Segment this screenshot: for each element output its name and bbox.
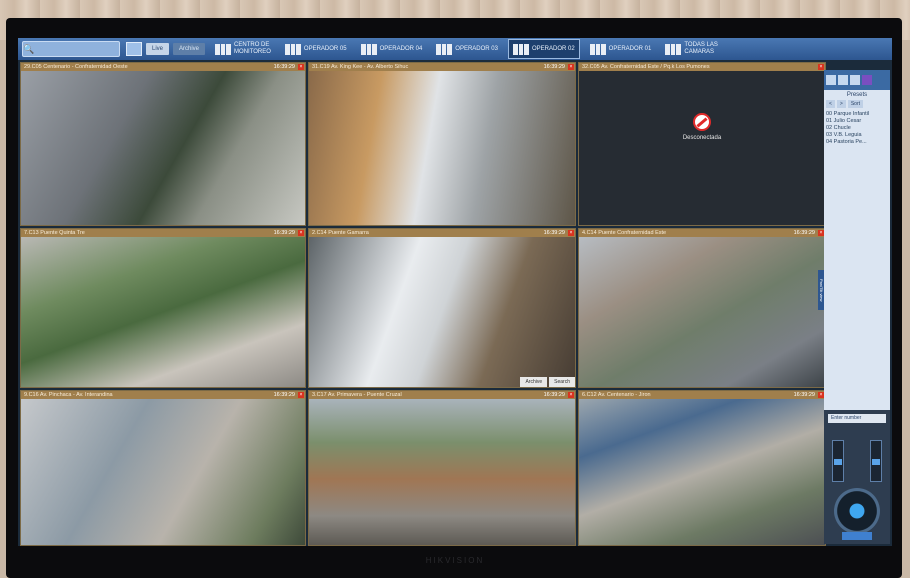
grid-layout-icon: [665, 43, 682, 55]
camera-title: 3.C17 Av. Primavera - Puente Cruzal: [309, 391, 575, 399]
grid-layout-icon: [589, 43, 606, 55]
next-button[interactable]: >: [836, 100, 846, 108]
search-view-button[interactable]: Search: [549, 377, 575, 387]
playback-controls: Archive Search: [520, 377, 575, 387]
close-icon[interactable]: ×: [568, 64, 574, 70]
camera-tile[interactable]: 4.C14 Puente Confraternidad Este 16:39:2…: [578, 228, 826, 388]
camera-title: 7.C13 Puente Quinta Tre: [21, 229, 305, 237]
zoom-slider[interactable]: [832, 440, 844, 482]
tab-todas-camaras[interactable]: TODAS LAS CAMARAS: [661, 40, 722, 58]
camera-tile[interactable]: 29.C05 Centenario - Confraternidad Oeste…: [20, 62, 306, 226]
preset-list: 00 Parque Infantil 01 Julio Cesar 02 Chu…: [824, 108, 890, 146]
camera-time: 16:39:29: [273, 64, 295, 70]
sort-button[interactable]: Sort: [847, 100, 864, 108]
grid-layout-icon: [215, 43, 232, 55]
prev-button[interactable]: <: [826, 100, 835, 108]
camera-time: 16:39:29: [273, 392, 295, 398]
panel-toolbar: [824, 70, 890, 90]
list-item[interactable]: 02 Chucle: [826, 125, 888, 132]
camera-title: 29.C05 Centenario - Confraternidad Oeste: [21, 63, 305, 71]
offline-label: Desconectada: [682, 135, 722, 141]
panel-icon[interactable]: [826, 75, 836, 85]
camera-feed: [21, 399, 305, 545]
search-box[interactable]: 🔍: [22, 41, 120, 57]
archive-button[interactable]: Archive: [173, 43, 206, 55]
grid-layout-icon: [360, 43, 377, 55]
tab-operador-01[interactable]: OPERADOR 01: [586, 40, 656, 58]
offline-indicator: Desconectada: [579, 113, 825, 141]
camera-title: 6.C12 Av. Centenario - Jiron: [579, 391, 825, 399]
ptz-side-panel: Pan/Tilt view Presets < > Sort 00 Parque…: [818, 70, 890, 544]
camera-tile[interactable]: 3.C17 Av. Primavera - Puente Cruzal 16:3…: [308, 390, 576, 546]
enter-number-field[interactable]: Enter number: [828, 414, 886, 423]
grid-layout-icon: [284, 43, 301, 55]
monitor-brand: HIKVISION: [425, 556, 485, 565]
camera-feed: [579, 399, 825, 545]
camera-title: 2.C14 Puente Gamarra: [309, 229, 575, 237]
pan-tilt-tab[interactable]: Pan/Tilt view: [818, 270, 824, 310]
camera-title: 31.C19 Av. King Kee - Av. Alberto Sihuc: [309, 63, 575, 71]
presets-nav: < > Sort: [824, 100, 890, 108]
presets-title: Presets: [846, 92, 868, 98]
camera-tile[interactable]: 32.C05 Av. Confraternidad Este / Pq.k Lo…: [578, 62, 826, 226]
camera-title: 9.C16 Av. Pinchaca - Av. Interandina: [21, 391, 305, 399]
tab-operador-03[interactable]: OPERADOR 03: [432, 40, 502, 58]
archive-view-button[interactable]: Archive: [520, 377, 548, 387]
layout-grid-icon[interactable]: [126, 42, 142, 56]
list-item[interactable]: 04 Pastoria Pe...: [826, 139, 888, 146]
tab-operador-04[interactable]: OPERADOR 04: [357, 40, 427, 58]
panel-icon[interactable]: [862, 75, 872, 85]
camera-time: 16:39:29: [543, 230, 565, 236]
close-icon[interactable]: ×: [298, 392, 304, 398]
no-entry-icon: [693, 113, 711, 131]
camera-time: 16:39:29: [543, 392, 565, 398]
close-icon[interactable]: ×: [568, 392, 574, 398]
camera-feed: [309, 71, 575, 225]
camera-feed: [579, 237, 825, 387]
close-icon[interactable]: ×: [298, 230, 304, 236]
grid-layout-icon: [512, 43, 529, 55]
top-toolbar: 🔍 Live Archive CENTRO DE MONITOREO OPERAD…: [18, 38, 892, 60]
tab-operador-02[interactable]: OPERADOR 02: [507, 39, 580, 59]
camera-time: 16:39:29: [793, 230, 815, 236]
ptz-action-button[interactable]: [842, 532, 872, 540]
panel-icon[interactable]: [850, 75, 860, 85]
camera-feed: [309, 237, 575, 387]
camera-title: 4.C14 Puente Confraternidad Este: [579, 229, 825, 237]
tab-centro-monitoreo[interactable]: CENTRO DE MONITOREO: [211, 40, 275, 58]
list-item[interactable]: 00 Parque Infantil: [826, 111, 888, 118]
camera-title: 32.C05 Av. Confraternidad Este / Pq.k Lo…: [579, 63, 825, 71]
close-icon[interactable]: ×: [298, 64, 304, 70]
camera-time: 16:39:29: [543, 64, 565, 70]
camera-time: 16:39:29: [273, 230, 295, 236]
ptz-controls: Enter number: [824, 410, 890, 544]
monitor-screen: 🔍 Live Archive CENTRO DE MONITOREO OPERAD…: [18, 38, 892, 546]
search-icon: 🔍: [23, 43, 35, 54]
camera-tile[interactable]: 6.C12 Av. Centenario - Jiron 16:39:29 ×: [578, 390, 826, 546]
camera-tile[interactable]: 31.C19 Av. King Kee - Av. Alberto Sihuc …: [308, 62, 576, 226]
camera-feed: [21, 71, 305, 225]
close-icon[interactable]: ×: [568, 230, 574, 236]
camera-time: 16:39:29: [793, 392, 815, 398]
camera-feed: [21, 237, 305, 387]
panel-icon[interactable]: [838, 75, 848, 85]
camera-feed: [309, 399, 575, 545]
ptz-joystick[interactable]: [834, 488, 880, 534]
tab-operador-05[interactable]: OPERADOR 05: [281, 40, 351, 58]
focus-slider[interactable]: [870, 440, 882, 482]
camera-tile[interactable]: 9.C16 Av. Pinchaca - Av. Interandina 16:…: [20, 390, 306, 546]
list-item[interactable]: 01 Julio Cesar: [826, 118, 888, 125]
camera-tile[interactable]: 7.C13 Puente Quinta Tre 16:39:29 ×: [20, 228, 306, 388]
live-button[interactable]: Live: [146, 43, 170, 55]
list-item[interactable]: 03 V.B. Leguia: [826, 132, 888, 139]
grid-layout-icon: [436, 43, 453, 55]
camera-tile[interactable]: 2.C14 Puente Gamarra 16:39:29 × Archive …: [308, 228, 576, 388]
